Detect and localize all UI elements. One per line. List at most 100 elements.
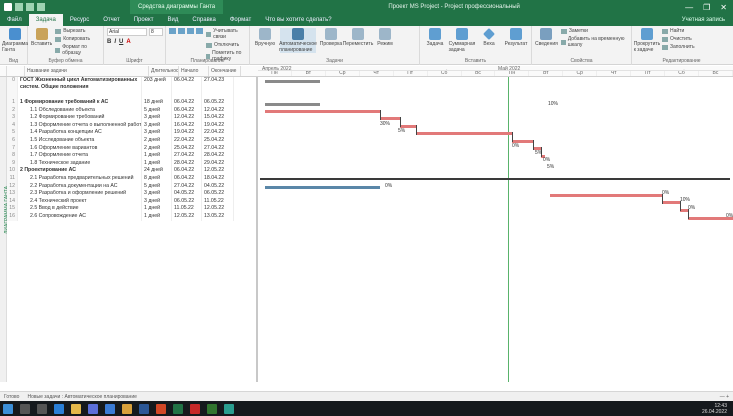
table-row[interactable]: 16 2.6 Сопровождение АС 1 дней 12.05.22 13.0… xyxy=(7,212,256,221)
insert-summary-button[interactable]: Суммарная задача xyxy=(449,28,475,53)
table-row[interactable]: 14 2.4 Технический проект 3 дней 06.05.22 11… xyxy=(7,197,256,206)
task-name-cell[interactable]: 1.2 Формирование требований xyxy=(18,114,142,122)
system-clock[interactable]: 12:43 26.04.2022 xyxy=(702,403,733,415)
task-finish-cell[interactable]: 12.04.22 xyxy=(202,106,234,115)
table-row[interactable]: 5 1.4 Разработка концепции АС 3 дней 19.04.… xyxy=(7,129,256,137)
tab-resource[interactable]: Ресурс xyxy=(63,14,96,26)
table-row[interactable]: 9 1.8 Техническое задание 1 дней 28.04.22 29… xyxy=(7,159,256,168)
chrome-icon[interactable] xyxy=(122,403,132,414)
row-number[interactable]: 14 xyxy=(7,197,18,206)
row-number[interactable]: 6 xyxy=(7,136,18,145)
search-box[interactable]: Что вы хотите сделать? xyxy=(258,14,338,26)
task-start-cell[interactable]: 19.04.22 xyxy=(172,129,202,137)
move-button[interactable]: Переместить xyxy=(343,28,373,47)
gantt-bar[interactable] xyxy=(265,103,320,106)
task-name-cell[interactable]: 2.1 Разработка предварительных решений xyxy=(18,174,142,183)
task-finish-cell[interactable]: 06.05.22 xyxy=(202,190,234,198)
table-row[interactable]: 13 2.3 Разработка и оформление решений 3 д… xyxy=(7,190,256,198)
task-name-cell[interactable]: 2.2 Разработка документации на АС xyxy=(18,182,142,191)
excel-icon[interactable] xyxy=(173,403,183,414)
gantt-bar[interactable] xyxy=(680,209,688,212)
task-duration-cell[interactable]: 3 дней xyxy=(142,114,172,122)
row-number[interactable]: 13 xyxy=(7,190,18,198)
acrobat-icon[interactable] xyxy=(190,403,200,414)
task-name-cell[interactable]: 2.4 Технический проект xyxy=(18,197,142,206)
minimize-icon[interactable]: — xyxy=(685,3,693,12)
bold-button[interactable]: B xyxy=(107,39,111,45)
task-duration-cell[interactable]: 3 дней xyxy=(142,121,172,130)
row-number[interactable]: 2 xyxy=(7,106,18,115)
task-duration-cell[interactable]: 2 дней xyxy=(142,144,172,153)
task-finish-cell[interactable]: 18.04.22 xyxy=(202,174,234,183)
task-start-cell[interactable]: 06.04.22 xyxy=(172,106,202,115)
tab-file[interactable]: Файл xyxy=(0,14,29,26)
insert-milestone-button[interactable]: Веха xyxy=(477,28,501,47)
new-tasks-mode[interactable]: Новые задачи : Автоматическое планирован… xyxy=(27,394,136,400)
task-duration-cell[interactable]: 1 дней xyxy=(142,159,172,168)
task-name-cell[interactable]: 2.6 Сопровождение АС xyxy=(18,212,142,221)
tab-help[interactable]: Справка xyxy=(185,14,223,26)
table-row[interactable]: 11 Формирование требований к АС 18 дней 06… xyxy=(7,99,256,107)
progress-100-icon[interactable] xyxy=(196,28,203,34)
save-icon[interactable] xyxy=(15,3,23,11)
mail-icon[interactable] xyxy=(105,403,115,414)
respect-links-button[interactable]: Учитывать связи xyxy=(206,28,246,40)
task-name-cell[interactable]: 1.7 Оформление отчета xyxy=(18,152,142,160)
progress-0-icon[interactable] xyxy=(169,28,176,34)
task-duration-cell[interactable]: 1 дней xyxy=(142,152,172,160)
table-row[interactable]: 3 1.2 Формирование требований 3 дней 12.04.… xyxy=(7,114,256,122)
inactivate-button[interactable]: Отключить xyxy=(206,42,246,48)
task-name-cell[interactable]: 2.3 Разработка и оформление решений xyxy=(18,190,142,198)
task-duration-cell[interactable]: 24 дней xyxy=(142,167,172,175)
redo-icon[interactable] xyxy=(37,3,45,11)
auto-schedule-button[interactable]: Автоматическое планирование xyxy=(279,28,317,53)
tab-view[interactable]: Вид xyxy=(160,14,185,26)
font-size-input[interactable]: 8 xyxy=(149,28,163,36)
gantt-bar[interactable] xyxy=(260,178,730,180)
task-finish-cell[interactable]: 29.04.22 xyxy=(202,159,234,168)
search-icon[interactable] xyxy=(20,403,30,414)
table-row[interactable]: 7 1.6 Оформление вариантов 2 дней 25.04.22 2… xyxy=(7,144,256,153)
task-finish-cell[interactable]: 19.04.22 xyxy=(202,121,234,130)
task-duration-cell[interactable]: 1 дней xyxy=(142,205,172,213)
project-icon[interactable] xyxy=(207,403,217,414)
information-button[interactable]: Сведения xyxy=(535,28,558,47)
row-number[interactable]: 4 xyxy=(7,121,18,130)
restore-icon[interactable]: ❐ xyxy=(703,3,710,12)
task-start-cell[interactable]: 06.04.22 xyxy=(172,167,202,175)
task-view-icon[interactable] xyxy=(37,403,47,414)
row-number[interactable]: 12 xyxy=(7,182,18,191)
gantt-chart-button[interactable]: Диаграмма Ганта xyxy=(2,28,28,53)
task-name-cell[interactable]: 1.1 Обследование объекта xyxy=(18,106,142,115)
gantt-bar[interactable] xyxy=(265,186,380,189)
font-color-icon[interactable]: A xyxy=(126,39,130,45)
task-start-cell[interactable]: 25.04.22 xyxy=(172,144,202,153)
gantt-bar[interactable] xyxy=(265,80,320,83)
table-row[interactable]: 15 2.5 Ввод в действие 1 дней 11.05.22 12.05… xyxy=(7,205,256,213)
task-duration-cell[interactable]: 3 дней xyxy=(142,129,172,137)
table-row[interactable]: 4 1.3 Оформление отчета о выполненной раб… xyxy=(7,121,256,130)
cut-button[interactable]: Вырезать xyxy=(55,28,100,34)
row-number[interactable]: 11 xyxy=(7,174,18,183)
progress-25-icon[interactable] xyxy=(178,28,185,34)
word-icon[interactable] xyxy=(139,403,149,414)
gantt-bar[interactable] xyxy=(662,201,680,204)
task-finish-cell[interactable]: 04.05.22 xyxy=(202,182,234,191)
scroll-to-task-button[interactable]: Прокрутить к задаче xyxy=(634,28,660,53)
task-start-cell[interactable]: 28.04.22 xyxy=(172,159,202,168)
task-start-cell[interactable]: 27.04.22 xyxy=(172,152,202,160)
task-start-cell[interactable]: 06.04.22 xyxy=(172,99,202,107)
row-number[interactable]: 0 xyxy=(7,77,18,99)
task-start-cell[interactable]: 16.04.22 xyxy=(172,121,202,130)
zoom-slider[interactable]: — + xyxy=(720,394,729,400)
format-painter-button[interactable]: Формат по образцу xyxy=(55,44,100,56)
edge-icon[interactable] xyxy=(54,403,64,414)
inspect-button[interactable]: Проверка xyxy=(319,28,343,47)
row-number[interactable]: 9 xyxy=(7,159,18,168)
task-name-cell[interactable]: 1.4 Разработка концепции АС xyxy=(18,129,142,137)
gantt-bar[interactable] xyxy=(416,132,512,135)
table-row[interactable]: 8 1.7 Оформление отчета 1 дней 27.04.22 28.0… xyxy=(7,152,256,160)
table-row[interactable]: 2 1.1 Обследование объекта 5 дней 06.04.22 1… xyxy=(7,106,256,115)
task-finish-cell[interactable]: 27.04.23 xyxy=(202,77,234,99)
tab-task[interactable]: Задача xyxy=(28,14,63,26)
